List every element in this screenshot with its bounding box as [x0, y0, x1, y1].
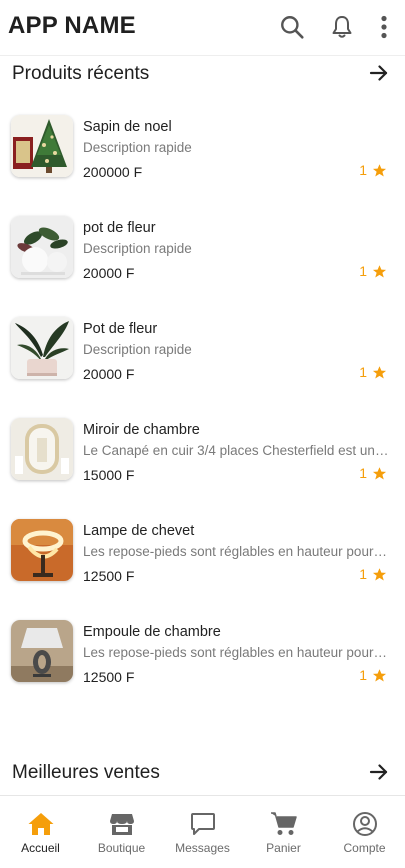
recent-section-header: Produits récents	[0, 59, 405, 93]
message-icon	[189, 810, 217, 838]
nav-label: Compte	[343, 841, 386, 855]
product-description: Description rapide	[83, 342, 192, 357]
product-name: Sapin de noel	[83, 119, 172, 135]
account-icon	[351, 810, 379, 838]
nav-label: Boutique	[97, 841, 146, 855]
product-card[interactable]: Sapin de noel Description rapide 200000 …	[0, 110, 405, 182]
star-icon	[372, 567, 387, 582]
rating-value: 1	[359, 667, 367, 683]
product-price: 12500 F	[83, 568, 135, 584]
product-description: Les repose-pieds sont réglables en haute…	[83, 645, 389, 660]
nav-item-accueil[interactable]: Accueil	[0, 796, 81, 868]
product-name: Miroir de chambre	[83, 422, 200, 438]
rating-value: 1	[359, 263, 367, 279]
table-lamp-image	[11, 620, 73, 682]
product-card[interactable]: Lampe de chevet Les repose-pieds sont ré…	[0, 514, 405, 586]
app-title: APP NAME	[8, 12, 136, 39]
product-rating: 1	[359, 465, 387, 481]
product-rating: 1	[359, 566, 387, 582]
nav-label: Panier	[266, 841, 301, 855]
nav-item-compte[interactable]: Compte	[324, 796, 405, 868]
home-icon	[27, 810, 55, 838]
nav-item-messages[interactable]: Messages	[162, 796, 243, 868]
bell-icon[interactable]	[327, 12, 357, 42]
product-name: pot de fleur	[83, 220, 156, 236]
product-price: 12500 F	[83, 669, 135, 685]
nav-item-boutique[interactable]: Boutique	[81, 796, 162, 868]
product-name: Pot de fleur	[83, 321, 158, 337]
rating-value: 1	[359, 364, 367, 380]
store-icon	[108, 810, 136, 838]
product-price: 20000 F	[83, 366, 135, 382]
product-description: Description rapide	[83, 241, 192, 256]
nav-item-panier[interactable]: Panier	[243, 796, 324, 868]
lamp-image	[11, 519, 73, 581]
product-rating: 1	[359, 263, 387, 279]
rating-value: 1	[359, 566, 367, 582]
product-price: 20000 F	[83, 265, 135, 281]
star-icon	[372, 668, 387, 683]
arrow-right-icon[interactable]	[367, 61, 391, 85]
star-icon	[372, 163, 387, 178]
product-rating: 1	[359, 364, 387, 380]
app-bar: APP NAME	[0, 0, 405, 56]
product-description: Les repose-pieds sont réglables en haute…	[83, 544, 389, 559]
best-sellers-section-header: Meilleures ventes	[0, 758, 405, 792]
christmas-tree-image	[11, 115, 73, 177]
nav-label: Accueil	[21, 841, 60, 855]
nav-label: Messages	[175, 841, 230, 855]
star-icon	[372, 466, 387, 481]
plant-image	[11, 317, 73, 379]
star-icon	[372, 264, 387, 279]
more-vertical-icon[interactable]	[369, 12, 399, 42]
bottom-navigation: Accueil Boutique Messages Panier Compte	[0, 795, 405, 868]
product-card[interactable]: pot de fleur Description rapide 20000 F …	[0, 211, 405, 283]
product-rating: 1	[359, 667, 387, 683]
rating-value: 1	[359, 162, 367, 178]
product-name: Lampe de chevet	[83, 523, 195, 539]
product-description: Description rapide	[83, 140, 192, 155]
product-card[interactable]: Empoule de chambre Les repose-pieds sont…	[0, 615, 405, 687]
product-description: Le Canapé en cuir 3/4 places Chesterfiel…	[83, 443, 389, 458]
flower-pot-image	[11, 216, 73, 278]
product-card[interactable]: Pot de fleur Description rapide 20000 F …	[0, 312, 405, 384]
cart-icon	[270, 810, 298, 838]
rating-value: 1	[359, 465, 367, 481]
product-price: 200000 F	[83, 164, 143, 180]
mirror-image	[11, 418, 73, 480]
product-rating: 1	[359, 162, 387, 178]
product-price: 15000 F	[83, 467, 135, 483]
arrow-right-icon[interactable]	[367, 760, 391, 784]
product-card[interactable]: Miroir de chambre Le Canapé en cuir 3/4 …	[0, 413, 405, 485]
product-name: Empoule de chambre	[83, 624, 221, 640]
search-icon[interactable]	[277, 12, 307, 42]
section-title: Produits récents	[12, 63, 150, 84]
star-icon	[372, 365, 387, 380]
section-title: Meilleures ventes	[12, 762, 160, 783]
